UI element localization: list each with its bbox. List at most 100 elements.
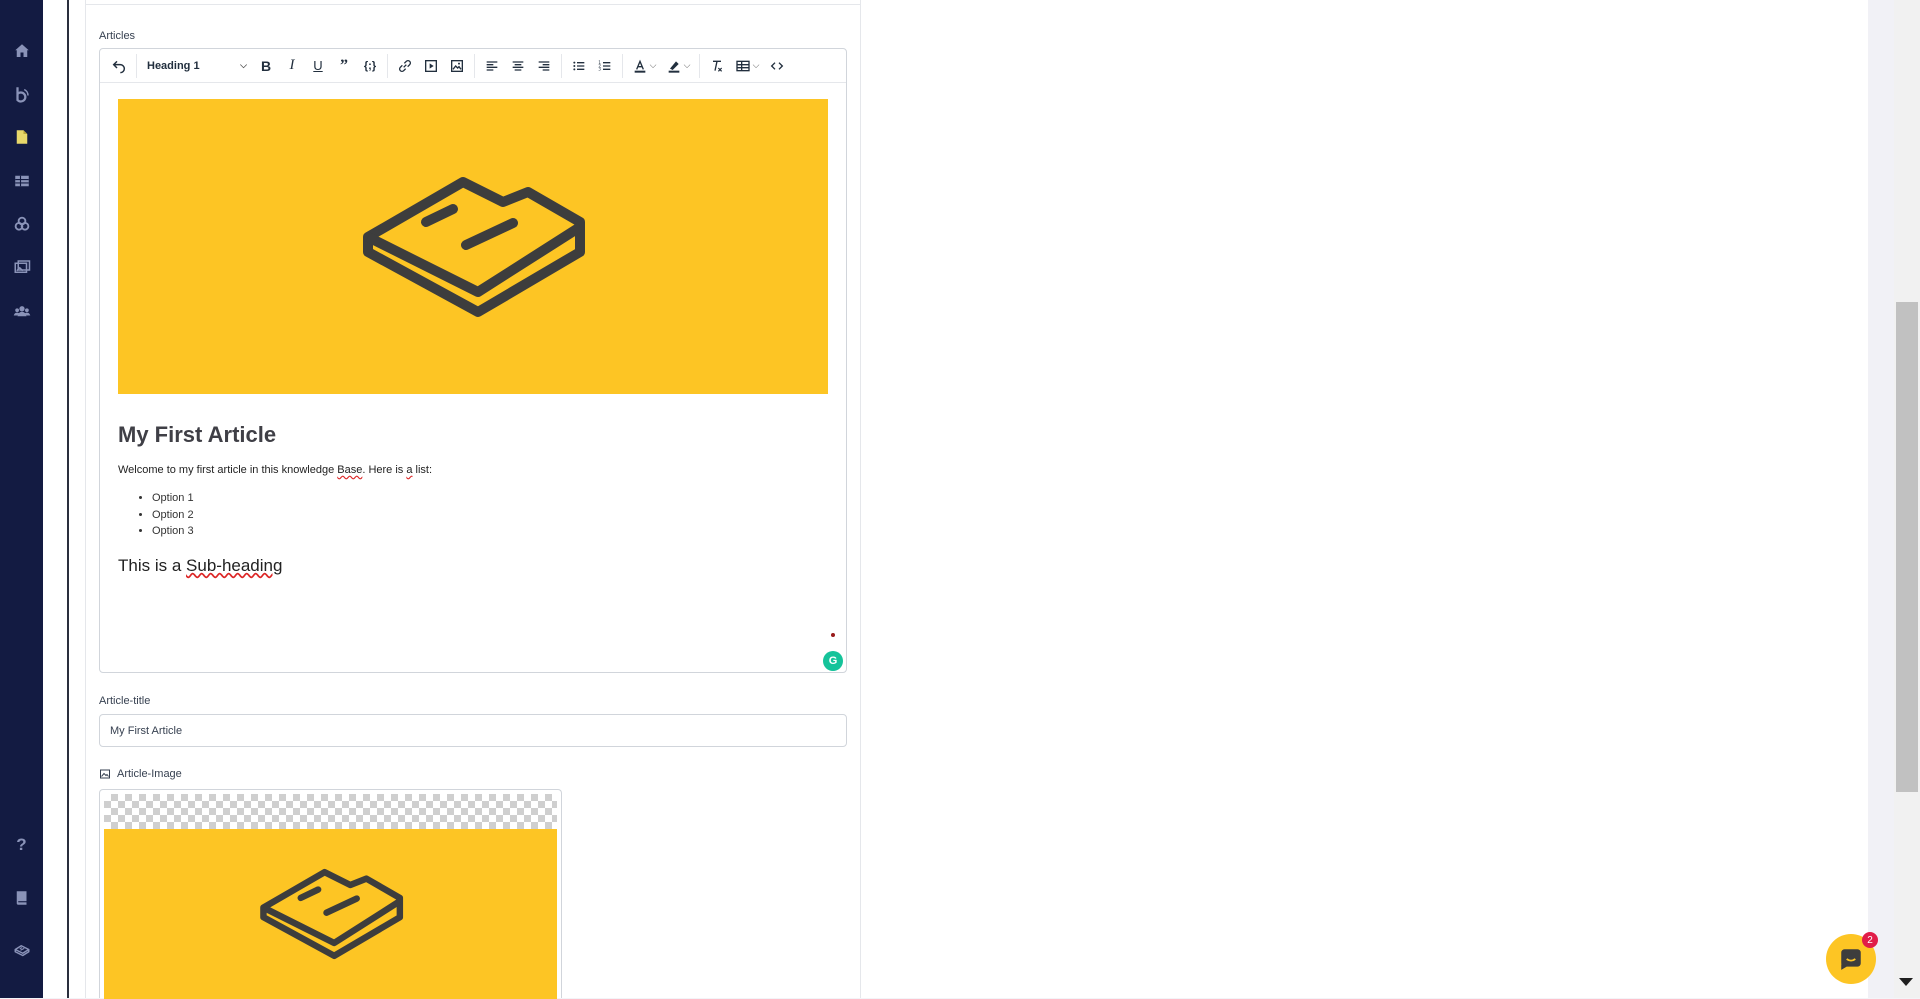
chat-icon xyxy=(1841,949,1861,970)
media-button[interactable] xyxy=(418,52,444,80)
underline-button[interactable]: U xyxy=(305,52,331,80)
numbered-list-button[interactable]: 123 xyxy=(592,52,618,80)
undo-button[interactable] xyxy=(106,52,132,80)
align-left-button[interactable] xyxy=(479,52,505,80)
sidebar-item-articles[interactable] xyxy=(0,122,43,152)
editor-toolbar: Heading 1 ⌵ B I U ” {;} 1 2 3 ⌵ ⌵ ⌵ xyxy=(100,49,846,83)
sidebar-item-components[interactable] xyxy=(0,209,43,239)
scrollbar-thumb[interactable] xyxy=(1896,302,1918,792)
sidebar-item-users[interactable] xyxy=(0,296,43,326)
spelling-flag-word: Sub-heading xyxy=(186,555,283,575)
content-divider xyxy=(67,0,69,998)
intro-text: . Here is xyxy=(362,464,407,476)
articles-label: Articles xyxy=(99,30,136,42)
numbered-list-icon: 123 xyxy=(598,60,611,71)
home-icon xyxy=(14,44,29,57)
align-left-icon xyxy=(486,60,498,71)
text-color-icon xyxy=(634,59,645,73)
image-button[interactable] xyxy=(444,52,470,80)
bullet-list-icon xyxy=(573,61,585,70)
code-button[interactable]: {;} xyxy=(357,52,383,80)
list-item: Option 3 xyxy=(152,523,828,540)
knowledge-base-icon xyxy=(15,87,29,103)
grammarly-icon: G xyxy=(828,655,838,667)
underline-icon: U xyxy=(313,58,323,73)
article-image-thumbnail xyxy=(104,829,557,999)
article-title-input[interactable] xyxy=(99,714,847,747)
chevron-down-icon: ⌵ xyxy=(683,60,691,70)
intro-text: list: xyxy=(412,464,433,476)
link-button[interactable] xyxy=(392,52,418,80)
toolbar-separator xyxy=(622,53,623,78)
quote-icon: ” xyxy=(340,56,348,74)
notification-badge: 2 xyxy=(1862,932,1878,948)
sidebar: ? xyxy=(0,0,43,998)
article-intro: Welcome to my first article in this know… xyxy=(118,464,828,476)
article-image-preview[interactable] xyxy=(99,789,562,999)
italic-button[interactable]: I xyxy=(279,52,305,80)
table-button[interactable]: ⌵ xyxy=(730,52,764,80)
sidebar-item-help[interactable]: ? xyxy=(0,830,43,860)
panel-top-border xyxy=(85,4,861,5)
sidebar-item-home[interactable] xyxy=(0,36,43,66)
spelling-flag-word: Base xyxy=(337,464,363,476)
toolbar-separator xyxy=(561,53,562,78)
svg-text:3: 3 xyxy=(598,66,601,71)
table-icon xyxy=(735,60,750,71)
sidebar-item-knowledge-base[interactable] xyxy=(0,79,43,109)
image-icon xyxy=(451,59,463,72)
status-dot xyxy=(831,633,835,637)
undo-icon xyxy=(112,60,126,73)
toolbar-separator xyxy=(474,53,475,78)
scroll-down-arrow[interactable] xyxy=(1899,978,1913,986)
subheading-text: This is a xyxy=(118,555,187,575)
intro-text: Welcome to my first article in this know… xyxy=(118,464,338,476)
article-image-label-text: Article-Image xyxy=(117,768,182,780)
rich-text-editor: Heading 1 ⌵ B I U ” {;} 1 2 3 ⌵ ⌵ ⌵ My F… xyxy=(99,48,847,673)
clear-format-icon xyxy=(713,60,723,72)
logo-icon xyxy=(259,868,403,960)
book-icon xyxy=(16,891,26,905)
align-right-button[interactable] xyxy=(531,52,557,80)
bullet-list-button[interactable] xyxy=(566,52,592,80)
image-icon xyxy=(100,769,110,779)
chevron-down-icon: ⌵ xyxy=(752,60,760,70)
sidebar-item-app-logo[interactable] xyxy=(0,936,43,966)
sidebar-item-docs[interactable] xyxy=(0,883,43,913)
highlight-button[interactable]: ⌵ xyxy=(661,52,695,80)
users-icon xyxy=(13,306,30,317)
table-icon xyxy=(14,175,29,187)
align-center-button[interactable] xyxy=(505,52,531,80)
clear-format-button[interactable] xyxy=(704,52,730,80)
blockquote-button[interactable]: ” xyxy=(331,52,357,80)
sidebar-item-tables[interactable] xyxy=(0,166,43,196)
editor-content[interactable]: My First Article Welcome to my first art… xyxy=(118,99,828,576)
code-braces-icon: {;} xyxy=(363,59,377,72)
text-color-button[interactable]: ⌵ xyxy=(627,52,661,80)
article-icon xyxy=(16,130,27,144)
sidebar-item-media[interactable] xyxy=(0,252,43,282)
source-code-button[interactable] xyxy=(764,52,790,80)
media-icon xyxy=(14,260,30,273)
italic-icon: I xyxy=(289,57,295,73)
align-center-icon xyxy=(512,60,524,71)
grammarly-button[interactable]: G xyxy=(823,651,843,671)
toolbar-separator xyxy=(699,53,700,78)
bold-button[interactable]: B xyxy=(253,52,279,80)
list-item: Option 2 xyxy=(152,507,828,524)
list-item: Option 1 xyxy=(152,490,828,507)
logo-icon xyxy=(14,945,29,957)
right-gutter xyxy=(1868,0,1894,998)
block-format-value: Heading 1 xyxy=(147,59,200,72)
article-list: Option 1 Option 2 Option 3 xyxy=(118,490,828,540)
source-code-icon xyxy=(770,61,784,70)
article-heading: My First Article xyxy=(118,422,277,447)
transparency-background xyxy=(104,794,557,829)
article-subheading: This is a Sub-heading xyxy=(118,556,828,576)
align-right-icon xyxy=(538,60,550,71)
block-format-select[interactable]: Heading 1 ⌵ xyxy=(141,52,253,80)
toolbar-separator xyxy=(387,53,388,78)
article-hero-image xyxy=(118,99,828,394)
chevron-down-icon: ⌵ xyxy=(240,60,247,70)
highlighter-icon xyxy=(668,60,679,73)
